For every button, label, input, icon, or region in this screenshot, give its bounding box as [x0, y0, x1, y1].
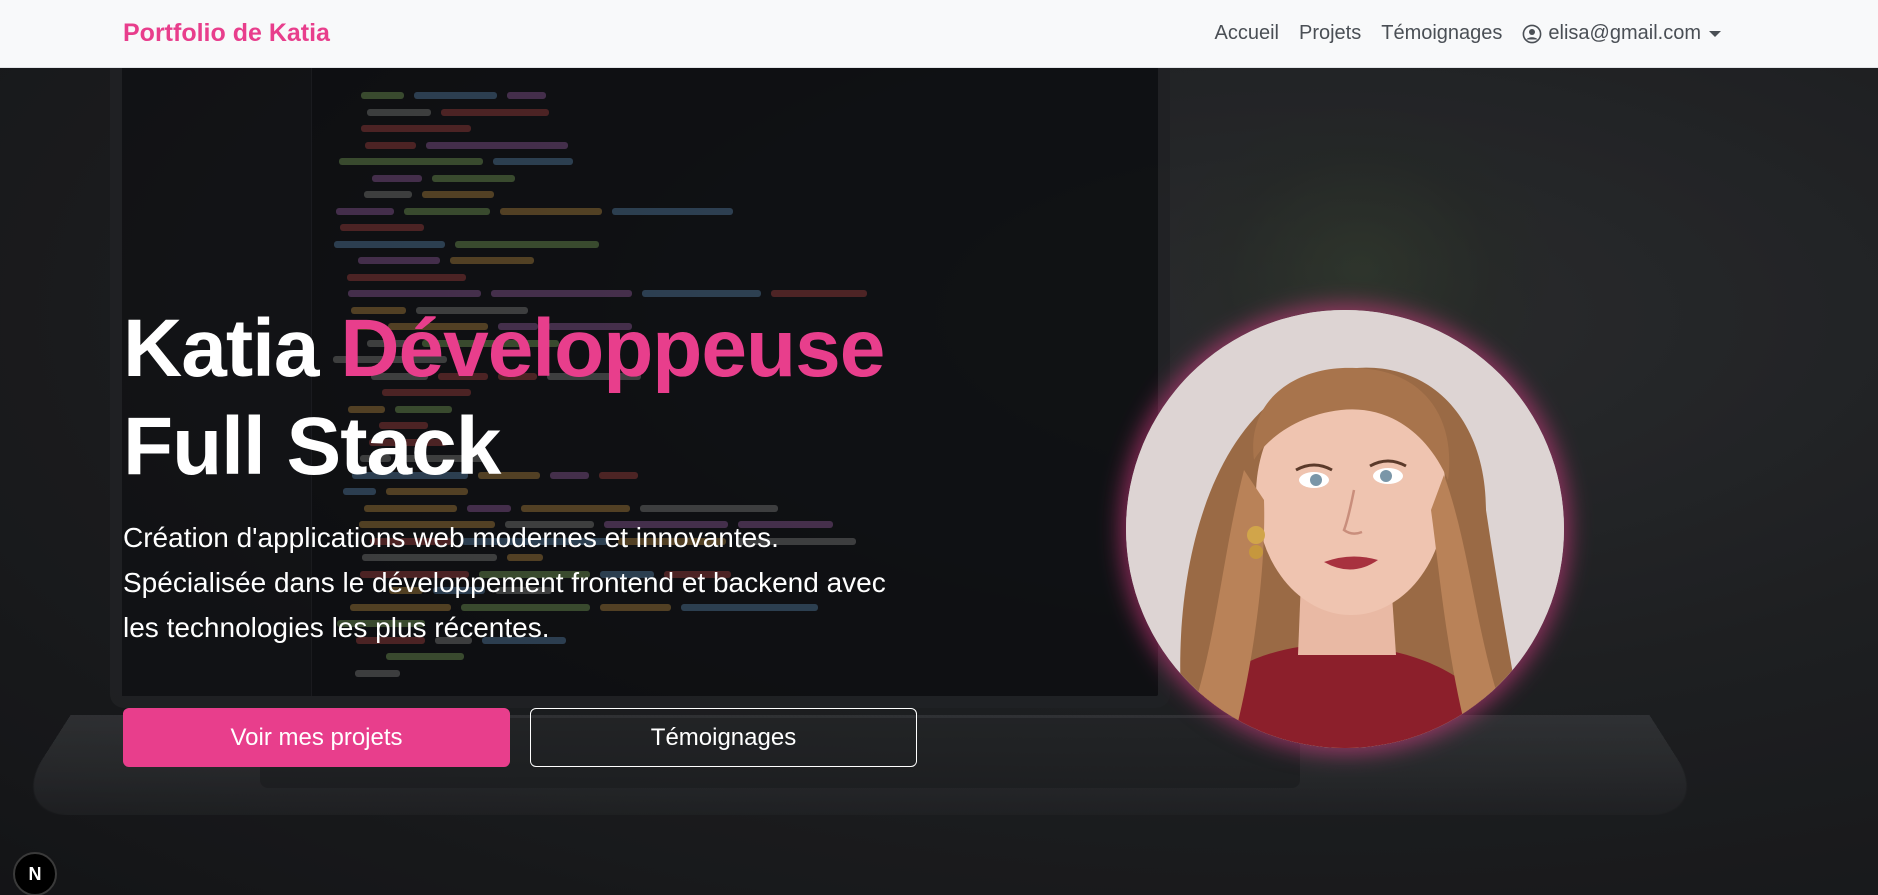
hero-section: Katia Développeuse Full Stack Création d…: [0, 68, 1878, 895]
temoignages-button[interactable]: Témoignages: [530, 708, 917, 767]
hero-description-line3: les technologies les plus récentes.: [123, 612, 550, 643]
profile-photo: [1126, 310, 1564, 748]
brand-link[interactable]: Portfolio de Katia: [123, 19, 330, 48]
top-navbar: Portfolio de Katia Accueil Projets Témoi…: [0, 0, 1878, 68]
hero-description-line1: Création d'applications web modernes et …: [123, 522, 779, 553]
profile-portrait-image: [1126, 310, 1564, 748]
nav-links: Accueil Projets Témoignages elisa@gmail.…: [1215, 22, 1721, 45]
nav-link-accueil[interactable]: Accueil: [1215, 22, 1279, 45]
nextjs-logo-icon[interactable]: N: [13, 852, 57, 895]
hero-title-name: Katia: [123, 303, 320, 394]
hero-title-accent: Développeuse: [340, 303, 885, 394]
user-dropdown-toggle[interactable]: elisa@gmail.com: [1522, 22, 1721, 45]
nav-link-temoignages[interactable]: Témoignages: [1381, 22, 1502, 45]
user-email: elisa@gmail.com: [1548, 22, 1701, 44]
voir-projets-button[interactable]: Voir mes projets: [123, 708, 510, 767]
hero-description: Création d'applications web modernes et …: [123, 515, 913, 650]
person-circle-icon: [1522, 24, 1542, 44]
hero-title: Katia Développeuse Full Stack: [123, 300, 903, 496]
chevron-down-icon: [1709, 30, 1721, 37]
hero-title-line2: Full Stack: [123, 401, 501, 492]
hero-description-line2: Spécialisée dans le développement fronte…: [123, 567, 886, 598]
nav-link-projets[interactable]: Projets: [1299, 22, 1361, 45]
